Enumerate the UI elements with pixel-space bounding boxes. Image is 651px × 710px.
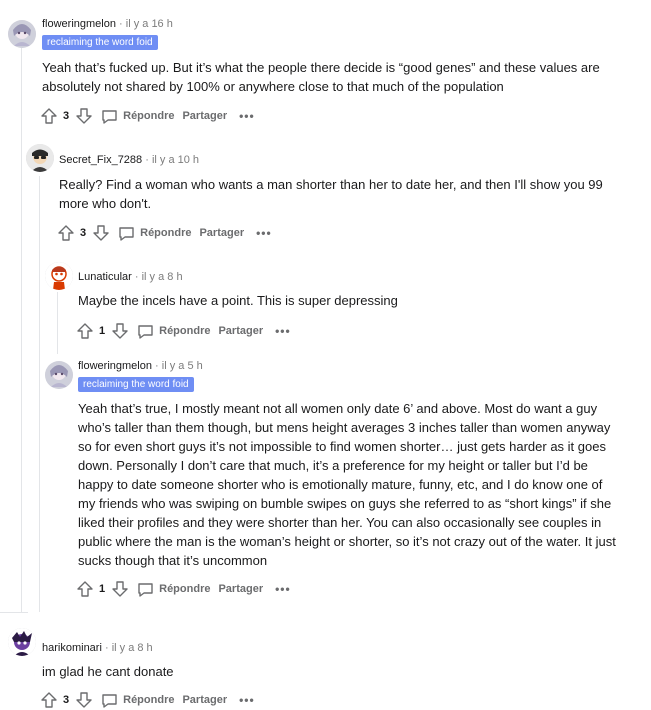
username[interactable]: Lunaticular [78, 271, 132, 283]
avatar[interactable] [8, 20, 36, 48]
reply-button[interactable]: Répondre [137, 581, 210, 598]
comment-body: Maybe the incels have a point. This is s… [78, 293, 398, 308]
downvote-icon[interactable] [111, 580, 129, 598]
more-options-icon[interactable]: ••• [275, 324, 291, 338]
more-options-icon[interactable]: ••• [239, 109, 255, 123]
username[interactable]: harikominari [42, 642, 102, 654]
comment-icon [101, 108, 118, 125]
username[interactable]: Secret_Fix_7288 [59, 154, 142, 166]
share-button[interactable]: Partager [218, 325, 263, 337]
avatar[interactable] [45, 262, 73, 290]
comment-icon [101, 692, 118, 709]
comment-actions: 3 Répondre Partager ••• [40, 690, 255, 710]
divider [0, 612, 28, 613]
comment-meta: harikominari · il y a 8 h [42, 642, 153, 654]
avatar[interactable] [26, 144, 54, 172]
vote-count: 1 [99, 325, 106, 337]
comment-icon [137, 581, 154, 598]
user-avatar-icon [45, 262, 73, 290]
comment-actions: 3 Répondre Partager ••• [40, 106, 255, 126]
user-flair: reclaiming the word foid [42, 35, 158, 50]
vote-count: 1 [99, 583, 106, 595]
vote-count: 3 [63, 694, 70, 706]
reply-label: Répondre [159, 583, 211, 595]
comment-meta: Lunaticular · il y a 8 h [78, 271, 183, 283]
username[interactable]: floweringmelon [42, 18, 116, 30]
timestamp[interactable]: · il y a 8 h [135, 271, 183, 283]
comment-body: Yeah that’s true, I mostly meant not all… [78, 401, 616, 568]
comment-body: Really? Find a woman who wants a man sho… [59, 177, 603, 211]
share-label: Partager [182, 110, 228, 122]
user-flair: reclaiming the word foid [78, 377, 194, 392]
user-avatar-icon [26, 144, 54, 172]
upvote-icon[interactable] [76, 580, 94, 598]
share-button[interactable]: Partager [182, 110, 227, 122]
timestamp[interactable]: · il y a 8 h [105, 642, 153, 654]
more-options-icon[interactable]: ••• [239, 693, 255, 707]
timestamp[interactable]: · il y a 16 h [119, 18, 173, 30]
comment-body: Yeah that’s fucked up. But it’s what the… [42, 60, 600, 94]
user-avatar-icon [8, 20, 36, 48]
more-options-icon[interactable]: ••• [256, 226, 272, 240]
thread-line[interactable] [57, 292, 58, 354]
comment-body: im glad he cant donate [42, 664, 174, 679]
downvote-icon[interactable] [75, 691, 93, 709]
user-avatar-icon [8, 628, 36, 656]
reply-button[interactable]: Répondre [101, 108, 174, 125]
comment-meta: Secret_Fix_7288 · il y a 10 h [59, 154, 199, 166]
downvote-icon[interactable] [75, 107, 93, 125]
reply-label: Répondre [159, 325, 211, 337]
reply-button[interactable]: Répondre [137, 323, 210, 340]
reply-label: Répondre [123, 110, 175, 122]
comment-actions: 1 Répondre Partager ••• [76, 579, 291, 599]
reply-label: Répondre [123, 694, 175, 706]
comment-actions: 1 Répondre Partager ••• [76, 321, 291, 341]
share-label: Partager [199, 227, 245, 239]
upvote-icon[interactable] [57, 224, 75, 242]
downvote-icon[interactable] [111, 322, 129, 340]
share-label: Partager [218, 325, 264, 337]
upvote-icon[interactable] [40, 691, 58, 709]
vote-count: 3 [80, 227, 87, 239]
comment-meta: floweringmelon · il y a 16 h [42, 18, 173, 30]
upvote-icon[interactable] [40, 107, 58, 125]
share-button[interactable]: Partager [218, 583, 263, 595]
comment-icon [118, 225, 135, 242]
vote-count: 3 [63, 110, 70, 122]
share-button[interactable]: Partager [199, 227, 244, 239]
comment-meta: floweringmelon · il y a 5 h [78, 360, 203, 372]
username[interactable]: floweringmelon [78, 360, 152, 372]
reply-label: Répondre [140, 227, 192, 239]
avatar[interactable] [8, 628, 36, 656]
thread-line[interactable] [21, 48, 22, 612]
reply-button[interactable]: Répondre [118, 225, 191, 242]
reply-button[interactable]: Répondre [101, 692, 174, 709]
timestamp[interactable]: · il y a 10 h [145, 154, 199, 166]
thread-line[interactable] [39, 176, 40, 612]
comment-icon [137, 323, 154, 340]
downvote-icon[interactable] [92, 224, 110, 242]
timestamp[interactable]: · il y a 5 h [155, 360, 203, 372]
comment-actions: 3 Répondre Partager ••• [57, 223, 272, 243]
avatar[interactable] [45, 361, 73, 389]
share-label: Partager [218, 583, 264, 595]
user-avatar-icon [45, 361, 73, 389]
upvote-icon[interactable] [76, 322, 94, 340]
share-button[interactable]: Partager [182, 694, 227, 706]
share-label: Partager [182, 694, 228, 706]
more-options-icon[interactable]: ••• [275, 582, 291, 596]
